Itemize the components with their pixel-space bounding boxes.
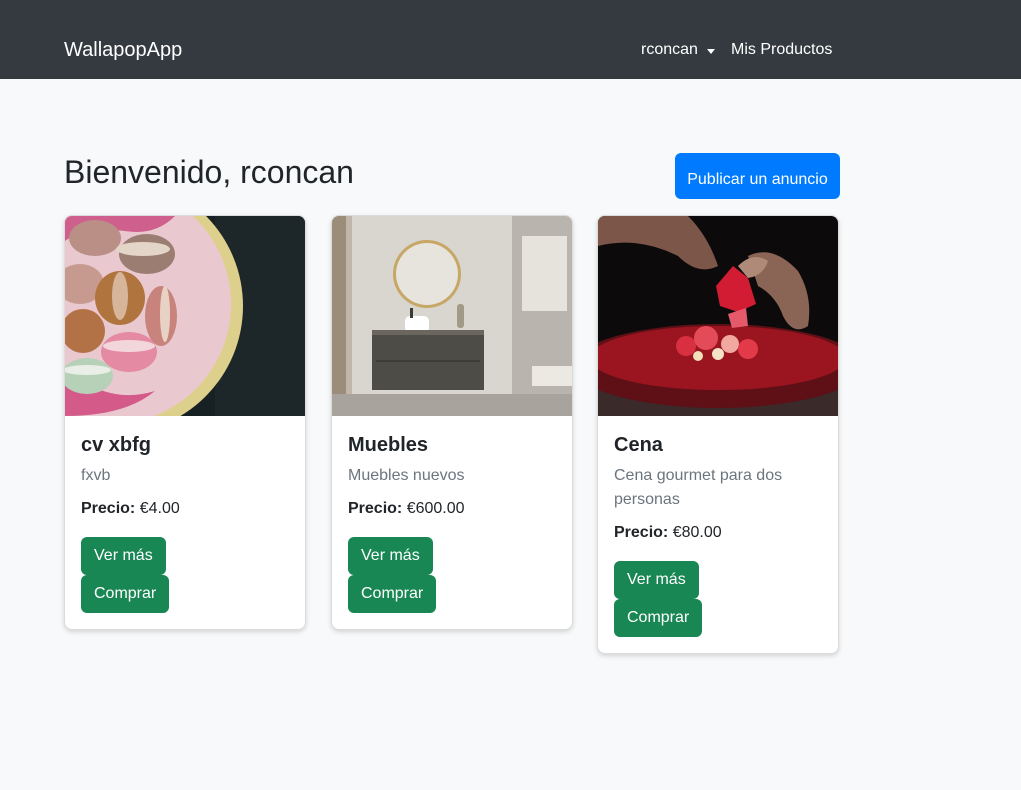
navbar: WallapopApp rconcan Mis Productos <box>0 0 1021 79</box>
product-description: Muebles nuevos <box>348 467 465 484</box>
product-price: Precio: €80.00 <box>614 521 822 545</box>
price-label: Precio: <box>81 500 136 517</box>
card-body: Muebles Muebles nuevos Precio: €600.00 V… <box>332 416 572 629</box>
page-title: Bienvenido, rconcan <box>64 154 354 190</box>
publish-ad-button[interactable]: Publicar un anuncio <box>675 153 840 199</box>
product-image-macarons <box>65 216 305 416</box>
product-description: Cena gourmet para dos personas <box>614 467 783 508</box>
product-title: Muebles <box>348 434 429 456</box>
card-body: cv xbfg fxvb Precio: €4.00 Ver más Compr… <box>65 416 305 629</box>
price-value: €4.00 <box>139 500 180 517</box>
product-card: Muebles Muebles nuevos Precio: €600.00 V… <box>331 215 573 630</box>
product-card: cv xbfg fxvb Precio: €4.00 Ver más Compr… <box>64 215 306 630</box>
product-description: fxvb <box>81 467 111 484</box>
product-title: cv xbfg <box>81 434 152 456</box>
product-image-furniture <box>332 216 572 416</box>
view-more-button[interactable]: Ver más <box>81 537 166 575</box>
brand-link[interactable]: WallapopApp <box>64 38 182 62</box>
my-products-link[interactable]: Mis Productos <box>731 40 832 60</box>
buy-button[interactable]: Comprar <box>348 575 437 613</box>
view-more-button[interactable]: Ver más <box>614 561 699 599</box>
view-more-button[interactable]: Ver más <box>348 537 433 575</box>
product-price: Precio: €600.00 <box>348 497 556 521</box>
buy-button[interactable]: Comprar <box>614 599 703 637</box>
buy-button[interactable]: Comprar <box>81 575 170 613</box>
price-value: €80.00 <box>672 524 722 541</box>
price-label: Precio: <box>614 524 669 541</box>
product-price: Precio: €4.00 <box>81 497 289 521</box>
product-title: Cena <box>614 434 663 456</box>
product-image-dinner <box>598 216 838 416</box>
price-value: €600.00 <box>406 500 465 517</box>
user-name: rconcan <box>641 41 698 58</box>
price-label: Precio: <box>348 500 403 517</box>
user-dropdown[interactable]: rconcan <box>641 40 715 60</box>
product-card: Cena Cena gourmet para dos personas Prec… <box>597 215 839 654</box>
card-body: Cena Cena gourmet para dos personas Prec… <box>598 416 838 653</box>
caret-down-icon <box>706 48 715 54</box>
